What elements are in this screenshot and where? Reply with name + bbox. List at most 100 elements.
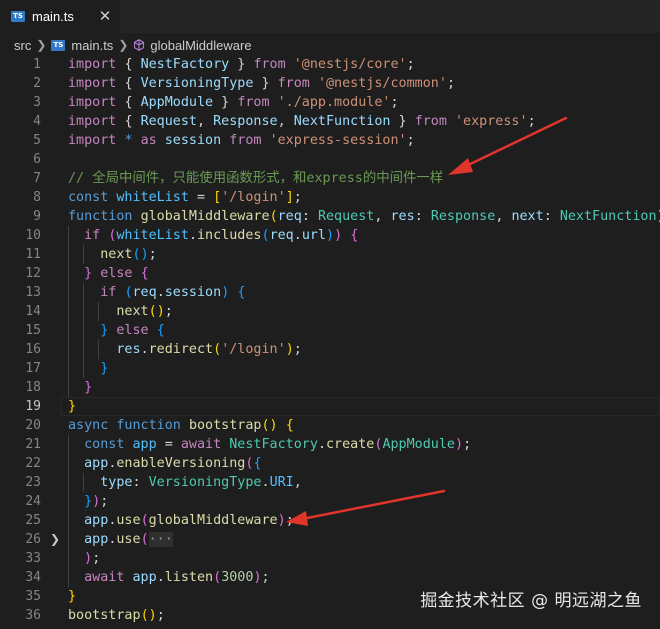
line-number: 15 xyxy=(25,323,41,338)
code-line[interactable]: 8 const whiteList = ['/login']; xyxy=(0,188,660,207)
code-token: enableVersioning xyxy=(116,456,246,471)
code-line[interactable]: 25 app.use(globalMiddleware); xyxy=(0,511,660,530)
code-token: import xyxy=(68,57,125,72)
code-line[interactable]: 12 } else { xyxy=(0,264,660,283)
symbol-method-cube-icon xyxy=(134,39,145,51)
code-token: Request xyxy=(317,209,375,224)
code-token: const xyxy=(68,437,133,452)
code-token: app xyxy=(68,513,109,528)
code-token: session xyxy=(164,133,230,148)
code-line[interactable]: 24 }); xyxy=(0,492,660,511)
code-token: Response xyxy=(430,209,496,224)
breadcrumb-file[interactable]: main.ts xyxy=(71,38,113,53)
code-token: ) xyxy=(140,247,149,262)
line-number: 22 xyxy=(25,456,41,471)
code-token: app xyxy=(68,532,109,547)
code-token: ) xyxy=(326,228,335,243)
code-token: [ xyxy=(213,190,222,205)
code-token: * xyxy=(124,133,141,148)
code-line[interactable]: 9 function globalMiddleware(req: Request,… xyxy=(0,207,660,226)
line-number: 23 xyxy=(25,475,41,490)
code-token: = xyxy=(188,190,214,205)
code-token: ; xyxy=(390,95,399,110)
code-token: create xyxy=(326,437,375,452)
code-line[interactable]: 14 next(); xyxy=(0,302,660,321)
code-line[interactable]: 18 } xyxy=(0,378,660,397)
code-token: 'express' xyxy=(455,114,528,129)
tab-main-ts[interactable]: TS main.ts ✕ xyxy=(0,0,120,33)
code-line[interactable]: 7 // 全局中间件，只能使用函数形式，和express的中间件一样 xyxy=(0,169,660,188)
line-number: 34 xyxy=(25,570,41,585)
code-token: , xyxy=(197,114,214,129)
code-line[interactable]: 23 type: VersioningType.URI, xyxy=(0,473,660,492)
code-text: import { Request, Response, NextFunction… xyxy=(68,112,536,131)
code-token: } xyxy=(68,380,93,395)
code-text: type: VersioningType.URI, xyxy=(68,473,302,492)
code-line[interactable]: 13 if (req.session) { xyxy=(0,283,660,302)
code-token: includes xyxy=(197,228,262,243)
line-number: 10 xyxy=(25,228,41,243)
code-line[interactable]: 26 ❯ app.use(··· xyxy=(0,530,660,549)
breadcrumb-symbol[interactable]: globalMiddleware xyxy=(150,38,251,53)
close-icon[interactable]: ✕ xyxy=(96,7,114,25)
code-line[interactable]: 6 xyxy=(0,150,660,169)
code-line[interactable]: 22 app.enableVersioning({ xyxy=(0,454,660,473)
chevron-right-icon: ❯ xyxy=(36,38,47,52)
code-line[interactable]: 16 res.redirect('/login'); xyxy=(0,340,660,359)
folded-region-placeholder[interactable]: ··· xyxy=(148,532,173,547)
code-token: ( xyxy=(124,285,133,300)
code-token: ; xyxy=(285,513,294,528)
code-token: ; xyxy=(148,247,157,262)
code-text: } xyxy=(68,378,92,397)
line-number: 7 xyxy=(33,171,41,186)
line-number: 12 xyxy=(25,266,41,281)
code-line[interactable]: 34 await app.listen(3000); xyxy=(0,568,660,587)
code-token: ; xyxy=(446,76,455,91)
chevron-right-icon: ❯ xyxy=(118,38,129,52)
code-line[interactable]: 2 import { VersioningType } from '@nestjs… xyxy=(0,74,660,93)
code-line[interactable]: 3 import { AppModule } from './app.module… xyxy=(0,93,660,112)
code-line[interactable]: 17 } xyxy=(0,359,660,378)
code-token: URI xyxy=(269,475,294,490)
code-line[interactable]: 15 } else { xyxy=(0,321,660,340)
code-token: next xyxy=(68,304,149,319)
code-token: { xyxy=(124,114,141,129)
code-text: } else { xyxy=(68,264,149,283)
code-text: } else { xyxy=(68,321,165,340)
code-token: } xyxy=(390,114,415,129)
code-token: function xyxy=(68,209,141,224)
code-line[interactable]: 11 next(); xyxy=(0,245,660,264)
code-token: , xyxy=(277,114,294,129)
code-token: ; xyxy=(156,608,165,623)
line-number: 26 xyxy=(25,532,41,547)
code-token: await xyxy=(68,570,133,585)
code-line[interactable]: 33 ); xyxy=(0,549,660,568)
code-line[interactable]: 1 import { NestFactory } from '@nestjs/co… xyxy=(0,55,660,74)
chevron-right-icon[interactable]: ❯ xyxy=(50,530,60,549)
code-token: req xyxy=(269,228,294,243)
code-editor[interactable]: 1 import { NestFactory } from '@nestjs/co… xyxy=(0,55,660,629)
code-line[interactable]: 19} xyxy=(0,397,660,416)
code-token: if xyxy=(68,285,125,300)
code-text: bootstrap(); xyxy=(68,606,165,625)
code-token: from xyxy=(277,76,318,91)
line-number: 4 xyxy=(33,114,41,129)
line-number: 18 xyxy=(25,380,41,395)
code-text: // 全局中间件，只能使用函数形式，和express的中间件一样 xyxy=(68,169,443,188)
code-text: ); xyxy=(68,549,100,568)
code-token: { xyxy=(237,285,246,300)
code-line[interactable]: 20 async function bootstrap() { xyxy=(0,416,660,435)
breadcrumb-folder[interactable]: src xyxy=(14,38,31,53)
code-line[interactable]: 21 const app = await NestFactory.create(… xyxy=(0,435,660,454)
code-token: ) xyxy=(334,228,351,243)
code-line[interactable]: 10 if (whiteList.includes(req.url)) { xyxy=(0,226,660,245)
line-number: 20 xyxy=(25,418,41,433)
code-token: } xyxy=(253,76,278,91)
code-line[interactable]: 4 import { Request, Response, NextFunctio… xyxy=(0,112,660,131)
code-text: import { VersioningType } from '@nestjs/… xyxy=(68,74,455,93)
code-line[interactable]: 5 import * as session from 'express-sessi… xyxy=(0,131,660,150)
code-token: ) xyxy=(455,437,464,452)
code-text: import { AppModule } from './app.module'… xyxy=(68,93,399,112)
code-token: globalMiddleware xyxy=(140,209,270,224)
code-token: use xyxy=(116,532,141,547)
